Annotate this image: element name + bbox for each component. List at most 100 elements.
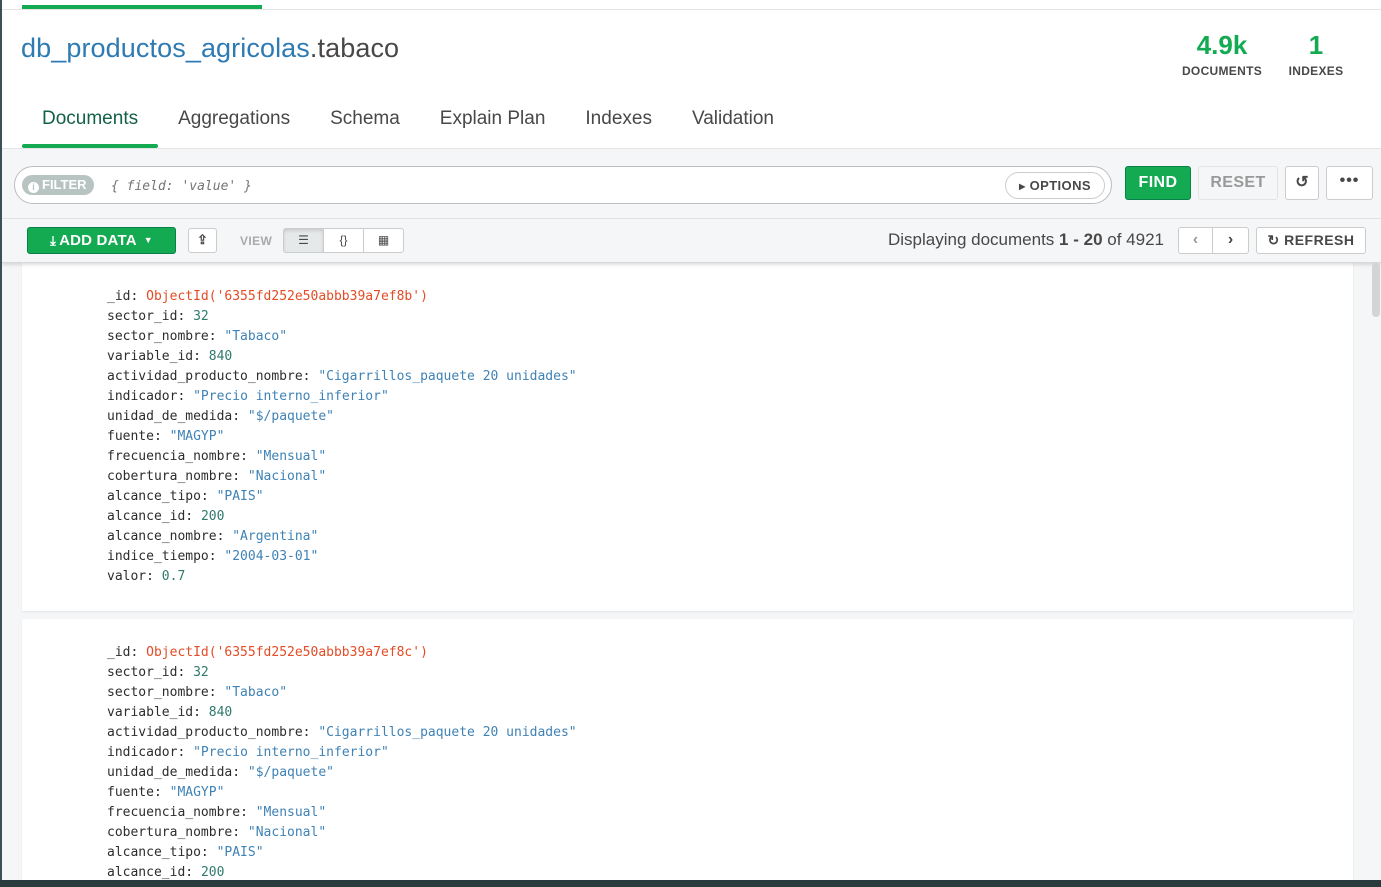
json-view-button[interactable]: {} — [323, 228, 364, 253]
tab-documents[interactable]: Documents — [22, 100, 159, 148]
indexes-count: 1 — [1308, 30, 1324, 60]
field-key: actividad_producto_nombre — [107, 369, 303, 384]
field-key: variable_id — [107, 349, 194, 364]
database-name[interactable]: db_productos_agricolas — [21, 33, 310, 63]
field-value: 32 — [193, 665, 209, 680]
collection-tabs: Documents Aggregations Schema Explain Pl… — [22, 100, 794, 148]
filter-label: i FILTER — [22, 175, 94, 195]
field-value: 840 — [208, 349, 233, 364]
document-field[interactable]: indicador: "Precio interno_inferior" — [107, 387, 1353, 407]
field-separator: : — [146, 569, 162, 584]
documents-list: _id: ObjectId('6355fd252e50abbb39a7ef8b'… — [2, 263, 1381, 880]
tab-indexes[interactable]: Indexes — [565, 100, 672, 148]
document-field[interactable]: valor: 0.7 — [107, 567, 1353, 587]
document-field[interactable]: _id: ObjectId('6355fd252e50abbb39a7ef8b'… — [107, 287, 1353, 307]
document-field[interactable]: fuente: "MAGYP" — [107, 783, 1353, 803]
document-field[interactable]: alcance_id: 200 — [107, 863, 1353, 880]
document-field[interactable]: sector_nombre: "Tabaco" — [107, 683, 1353, 703]
document-card[interactable]: _id: ObjectId('6355fd252e50abbb39a7ef8b'… — [22, 263, 1353, 611]
chevron-right-icon: › — [1227, 231, 1234, 248]
document-field[interactable]: alcance_tipo: "PAIS" — [107, 487, 1353, 507]
document-field[interactable]: sector_id: 32 — [107, 307, 1353, 327]
field-value: "Mensual" — [255, 805, 327, 820]
field-value: 0.7 — [161, 569, 186, 584]
field-separator: : — [232, 765, 248, 780]
document-field[interactable]: variable_id: 840 — [107, 347, 1353, 367]
field-value: "Argentina" — [232, 529, 319, 544]
document-field[interactable]: unidad_de_medida: "$/paquete" — [107, 407, 1353, 427]
field-value: "Cigarrillos_paquete 20 unidades" — [318, 369, 577, 384]
document-field[interactable]: indicador: "Precio interno_inferior" — [107, 743, 1353, 763]
field-value: "$/paquete" — [247, 765, 334, 780]
filter-box[interactable]: iFILTER ▶OPTIONS — [14, 166, 1112, 204]
field-separator: : — [153, 429, 170, 444]
download-icon: ⤓ — [50, 233, 57, 248]
document-field[interactable]: sector_id: 32 — [107, 663, 1353, 683]
filter-input[interactable] — [111, 175, 991, 197]
table-view-button[interactable]: ▦ — [363, 228, 404, 253]
vertical-scrollbar[interactable] — [1372, 263, 1380, 317]
document-field[interactable]: _id: ObjectId('6355fd252e50abbb39a7ef8c'… — [107, 643, 1353, 663]
field-separator: : — [302, 725, 319, 740]
document-field[interactable]: alcance_tipo: "PAIS" — [107, 843, 1353, 863]
field-key: variable_id — [107, 705, 194, 720]
document-fields: _id: ObjectId('6355fd252e50abbb39a7ef8b'… — [22, 263, 1353, 587]
document-field[interactable]: fuente: "MAGYP" — [107, 427, 1353, 447]
field-key: sector_id — [107, 309, 178, 324]
field-value: "Nacional" — [247, 825, 327, 840]
field-key: frecuencia_nombre — [107, 449, 241, 464]
document-field[interactable]: variable_id: 840 — [107, 703, 1353, 723]
tab-validation[interactable]: Validation — [672, 100, 794, 148]
field-value: ObjectId('6355fd252e50abbb39a7ef8c') — [146, 645, 428, 660]
options-button[interactable]: ▶ OPTIONS — [1005, 172, 1105, 199]
field-value: 200 — [200, 865, 225, 880]
document-field[interactable]: frecuencia_nombre: "Mensual" — [107, 447, 1353, 467]
document-field[interactable]: frecuencia_nombre: "Mensual" — [107, 803, 1353, 823]
previous-page-button[interactable]: ‹ — [1178, 227, 1213, 254]
query-history-button[interactable]: ↺ — [1285, 166, 1319, 200]
view-switcher: ☰ {} ▦ — [283, 228, 404, 253]
field-separator: : — [200, 845, 217, 860]
reset-button[interactable]: RESET — [1198, 166, 1278, 200]
list-view-button[interactable]: ☰ — [283, 228, 324, 253]
field-key: alcance_tipo — [107, 845, 201, 860]
field-key: frecuencia_nombre — [107, 805, 241, 820]
field-key: cobertura_nombre — [107, 469, 233, 484]
document-card[interactable]: _id: ObjectId('6355fd252e50abbb39a7ef8c'… — [22, 619, 1353, 880]
document-field[interactable]: indice_tiempo: "2004-03-01" — [107, 547, 1353, 567]
document-field[interactable]: sector_nombre: "Tabaco" — [107, 327, 1353, 347]
indexes-label: INDEXES — [1288, 64, 1344, 78]
field-key: alcance_nombre — [107, 529, 217, 544]
field-separator: : — [130, 289, 147, 304]
indexes-stat: 1 INDEXES — [1284, 30, 1348, 78]
table-icon: ▦ — [377, 233, 390, 247]
document-field[interactable]: alcance_id: 200 — [107, 507, 1353, 527]
document-field[interactable]: actividad_producto_nombre: "Cigarrillos_… — [107, 367, 1353, 387]
field-separator: : — [130, 645, 147, 660]
document-field[interactable]: cobertura_nombre: "Nacional" — [107, 467, 1353, 487]
find-button[interactable]: FIND — [1125, 166, 1191, 200]
collection-view: db_productos_agricolas.tabaco 4.9k DOCUM… — [2, 0, 1381, 880]
refresh-button[interactable]: ↻ REFRESH — [1256, 227, 1366, 254]
tab-schema[interactable]: Schema — [310, 100, 420, 148]
document-field[interactable]: actividad_producto_nombre: "Cigarrillos_… — [107, 723, 1353, 743]
documents-count: 4.9k — [1196, 30, 1248, 60]
document-field[interactable]: cobertura_nombre: "Nacional" — [107, 823, 1353, 843]
tab-aggregations[interactable]: Aggregations — [158, 100, 310, 148]
next-page-button[interactable]: › — [1212, 227, 1249, 254]
add-data-button[interactable]: ⤓ ADD DATA ▼ — [27, 227, 176, 254]
document-field[interactable]: unidad_de_medida: "$/paquete" — [107, 763, 1353, 783]
more-options-button[interactable]: ••• — [1326, 166, 1373, 200]
tab-explain-plan[interactable]: Explain Plan — [420, 100, 566, 148]
export-collection-button[interactable]: ⇪ — [188, 228, 217, 253]
field-value: ObjectId('6355fd252e50abbb39a7ef8b') — [146, 289, 428, 304]
document-field[interactable]: alcance_nombre: "Argentina" — [107, 527, 1353, 547]
field-separator: : — [177, 745, 194, 760]
field-separator: : — [185, 865, 201, 880]
document-fields: _id: ObjectId('6355fd252e50abbb39a7ef8c'… — [22, 619, 1353, 880]
field-key: indicador — [107, 745, 178, 760]
field-separator: : — [193, 705, 209, 720]
field-separator: : — [200, 489, 217, 504]
field-key: sector_nombre — [107, 329, 209, 344]
chevron-down-icon: ▼ — [143, 235, 153, 245]
